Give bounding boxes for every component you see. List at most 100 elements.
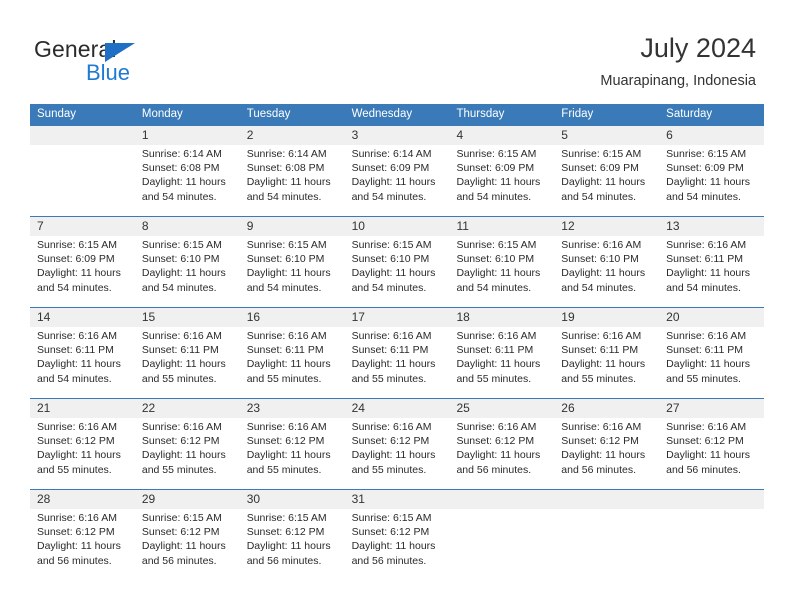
day-cell[interactable]: Sunrise: 6:16 AM Sunset: 6:11 PM Dayligh… — [345, 327, 450, 398]
day-number[interactable]: 26 — [554, 399, 659, 418]
day-cell[interactable]: Sunrise: 6:15 AM Sunset: 6:09 PM Dayligh… — [30, 236, 135, 307]
daylight-text-line2: and 54 minutes. — [456, 190, 532, 203]
sunset-text: Sunset: 6:09 PM — [456, 162, 535, 175]
daylight-text-line2: and 55 minutes. — [351, 372, 427, 385]
day-number[interactable]: 2 — [240, 126, 345, 145]
daylight-text-line2: and 55 minutes. — [37, 463, 112, 476]
day-number[interactable]: 7 — [30, 217, 135, 236]
day-cell[interactable]: Sunrise: 6:16 AM Sunset: 6:11 PM Dayligh… — [135, 327, 240, 398]
day-cell[interactable]: Sunrise: 6:16 AM Sunset: 6:12 PM Dayligh… — [30, 418, 135, 489]
day-number[interactable]: 12 — [554, 217, 659, 236]
day-number[interactable]: 25 — [449, 399, 554, 418]
day-number[interactable]: 4 — [449, 126, 554, 145]
sunset-text: Sunset: 6:10 PM — [351, 253, 430, 266]
day-number[interactable]: 23 — [240, 399, 345, 418]
day-cell[interactable]: Sunrise: 6:16 AM Sunset: 6:12 PM Dayligh… — [30, 509, 135, 580]
sunrise-text: Sunrise: 6:16 AM — [246, 421, 327, 433]
day-cell[interactable]: Sunrise: 6:16 AM Sunset: 6:11 PM Dayligh… — [240, 327, 345, 398]
sunrise-text: Sunrise: 6:15 AM — [561, 148, 642, 160]
day-number[interactable]: 14 — [30, 308, 135, 327]
day-number[interactable]: 13 — [659, 217, 764, 236]
day-number[interactable]: 5 — [554, 126, 659, 145]
day-number[interactable]: 20 — [659, 308, 764, 327]
day-number[interactable]: 15 — [135, 308, 240, 327]
week-date-numbers: 7 8 9 10 11 12 13 — [30, 217, 764, 236]
day-cell[interactable]: Sunrise: 6:15 AM Sunset: 6:10 PM Dayligh… — [345, 236, 450, 307]
day-cell[interactable]: Sunrise: 6:15 AM Sunset: 6:12 PM Dayligh… — [345, 509, 450, 580]
sunset-text: Sunset: 6:11 PM — [456, 344, 534, 357]
day-cell[interactable]: Sunrise: 6:16 AM Sunset: 6:11 PM Dayligh… — [659, 236, 764, 307]
sunrise-text: Sunrise: 6:15 AM — [246, 512, 327, 524]
day-cell[interactable]: Sunrise: 6:14 AM Sunset: 6:09 PM Dayligh… — [345, 145, 450, 216]
daylight-text-line1: Daylight: 11 hours — [456, 449, 541, 462]
day-number[interactable]: 21 — [30, 399, 135, 418]
sunset-text: Sunset: 6:12 PM — [141, 526, 220, 539]
day-cell[interactable]: Sunrise: 6:16 AM Sunset: 6:12 PM Dayligh… — [240, 418, 345, 489]
day-cell[interactable]: Sunrise: 6:15 AM Sunset: 6:10 PM Dayligh… — [135, 236, 240, 307]
day-number[interactable]: 31 — [345, 490, 450, 509]
day-number[interactable]: 18 — [449, 308, 554, 327]
day-cell[interactable]: Sunrise: 6:16 AM Sunset: 6:12 PM Dayligh… — [345, 418, 450, 489]
day-cell[interactable]: Sunrise: 6:15 AM Sunset: 6:09 PM Dayligh… — [554, 145, 659, 216]
daylight-text-line2: and 55 minutes. — [141, 372, 217, 385]
daylight-text-line1: Daylight: 11 hours — [37, 358, 121, 371]
day-cell[interactable]: Sunrise: 6:15 AM Sunset: 6:10 PM Dayligh… — [449, 236, 554, 307]
daylight-text-line1: Daylight: 11 hours — [456, 358, 541, 371]
weekday-header-saturday: Saturday — [666, 108, 713, 120]
sunset-text: Sunset: 6:11 PM — [246, 344, 324, 357]
day-cell[interactable]: Sunrise: 6:16 AM Sunset: 6:11 PM Dayligh… — [449, 327, 554, 398]
general-blue-logo[interactable]: General Blue — [34, 36, 254, 88]
day-cell[interactable]: Sunrise: 6:16 AM Sunset: 6:12 PM Dayligh… — [659, 418, 764, 489]
sunrise-text: Sunrise: 6:16 AM — [351, 330, 432, 342]
sunset-text: Sunset: 6:12 PM — [246, 526, 325, 539]
day-number[interactable]: 11 — [449, 217, 554, 236]
daylight-text-line2: and 55 minutes. — [246, 372, 322, 385]
sunrise-text: Sunrise: 6:16 AM — [456, 330, 537, 342]
day-cell[interactable]: Sunrise: 6:15 AM Sunset: 6:12 PM Dayligh… — [240, 509, 345, 580]
day-number[interactable]: 28 — [30, 490, 135, 509]
daylight-text-line2: and 55 minutes. — [351, 463, 427, 476]
day-cell[interactable]: Sunrise: 6:16 AM Sunset: 6:12 PM Dayligh… — [449, 418, 554, 489]
day-cell[interactable]: Sunrise: 6:15 AM Sunset: 6:10 PM Dayligh… — [240, 236, 345, 307]
daylight-text-line2: and 54 minutes. — [456, 281, 532, 294]
day-cell[interactable]: Sunrise: 6:15 AM Sunset: 6:09 PM Dayligh… — [449, 145, 554, 216]
day-number[interactable]: 3 — [345, 126, 450, 145]
sunset-text: Sunset: 6:12 PM — [37, 526, 115, 539]
sunset-text: Sunset: 6:12 PM — [246, 435, 325, 448]
day-number[interactable]: 24 — [345, 399, 450, 418]
day-cell-empty — [30, 145, 135, 216]
day-number[interactable]: 1 — [135, 126, 240, 145]
day-cell[interactable]: Sunrise: 6:16 AM Sunset: 6:12 PM Dayligh… — [135, 418, 240, 489]
weekday-header-sunday: Sunday — [37, 108, 77, 120]
sunrise-text: Sunrise: 6:16 AM — [246, 330, 327, 342]
day-cell[interactable]: Sunrise: 6:14 AM Sunset: 6:08 PM Dayligh… — [240, 145, 345, 216]
day-cell[interactable]: Sunrise: 6:15 AM Sunset: 6:09 PM Dayligh… — [659, 145, 764, 216]
day-cell[interactable]: Sunrise: 6:16 AM Sunset: 6:11 PM Dayligh… — [659, 327, 764, 398]
day-number[interactable]: 30 — [240, 490, 345, 509]
day-cell[interactable]: Sunrise: 6:16 AM Sunset: 6:10 PM Dayligh… — [554, 236, 659, 307]
day-cell[interactable]: Sunrise: 6:16 AM Sunset: 6:12 PM Dayligh… — [554, 418, 659, 489]
day-number — [659, 490, 765, 509]
day-number[interactable]: 19 — [554, 308, 659, 327]
day-cell[interactable]: Sunrise: 6:16 AM Sunset: 6:11 PM Dayligh… — [30, 327, 135, 398]
day-number[interactable]: 10 — [345, 217, 450, 236]
day-number[interactable]: 29 — [135, 490, 240, 509]
day-number[interactable]: 16 — [240, 308, 345, 327]
day-cell[interactable]: Sunrise: 6:14 AM Sunset: 6:08 PM Dayligh… — [135, 145, 240, 216]
weekday-header-wednesday: Wednesday — [351, 108, 413, 120]
week-date-numbers: 14 15 16 17 18 19 20 — [30, 308, 764, 327]
week-detail-cells: Sunrise: 6:16 AM Sunset: 6:12 PM Dayligh… — [30, 509, 765, 580]
daylight-text-line1: Daylight: 11 hours — [37, 267, 121, 280]
daylight-text-line1: Daylight: 11 hours — [561, 176, 646, 189]
day-cell[interactable]: Sunrise: 6:16 AM Sunset: 6:11 PM Dayligh… — [554, 327, 659, 398]
day-number[interactable]: 6 — [659, 126, 764, 145]
logo-text-blue: Blue — [86, 60, 131, 85]
day-number[interactable]: 22 — [135, 399, 240, 418]
day-number[interactable]: 27 — [659, 399, 764, 418]
day-cell[interactable]: Sunrise: 6:15 AM Sunset: 6:12 PM Dayligh… — [135, 509, 240, 580]
day-number[interactable]: 17 — [345, 308, 450, 327]
sunset-text: Sunset: 6:09 PM — [37, 253, 115, 266]
day-number[interactable]: 9 — [240, 217, 345, 236]
day-number[interactable]: 8 — [135, 217, 240, 236]
sunrise-text: Sunrise: 6:16 AM — [37, 512, 117, 524]
